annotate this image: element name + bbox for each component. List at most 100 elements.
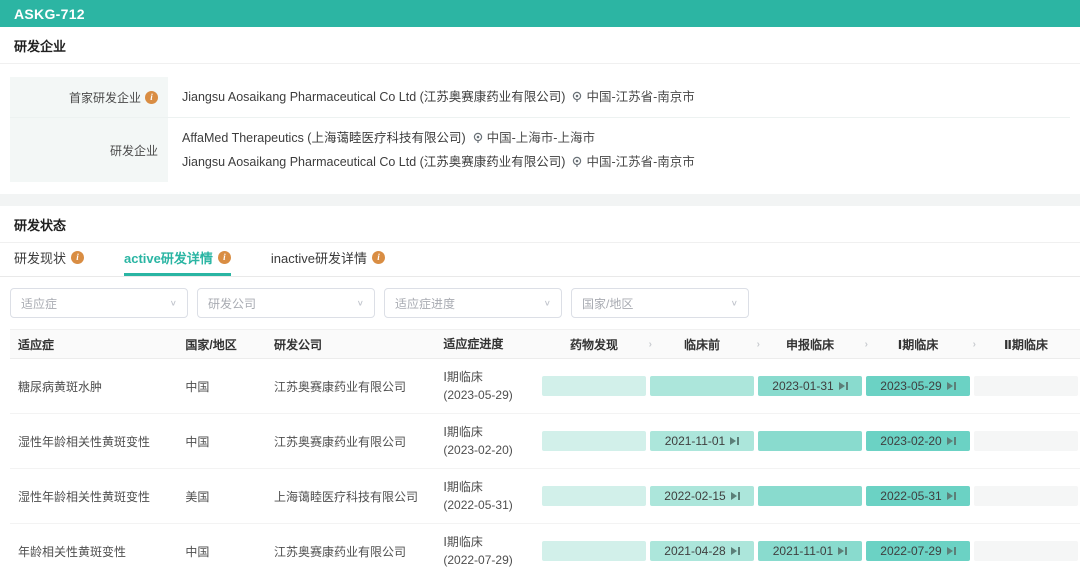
filter-indication[interactable]: 适应症 ∨	[10, 288, 188, 318]
company-line: Jiangsu Aosaikang Pharmaceutical Co Ltd …	[182, 150, 1070, 174]
tab-active-details[interactable]: active研发详情	[124, 243, 231, 276]
stage-column-header: Ⅰ期临床›	[864, 336, 972, 353]
company-label-text: 首家研发企业	[69, 89, 141, 106]
chevron-down-icon: ∨	[357, 299, 364, 308]
stage-cell	[972, 541, 1080, 561]
stage-date-chip[interactable]: 2023-05-29	[866, 376, 970, 396]
col-progress: 适应症进度	[443, 335, 540, 353]
tab-rd-current[interactable]: 研发现状	[14, 243, 84, 276]
table-row: 湿性年龄相关性黄斑变性美国上海蔼睦医疗科技有限公司Ⅰ期临床(2022-05-31…	[10, 469, 1080, 524]
stage-column-header: Ⅱ期临床	[972, 336, 1080, 353]
stage-date-chip[interactable]: 2022-02-15	[650, 486, 754, 506]
company-location: 中国-江苏省-南京市	[571, 85, 694, 109]
stage-date-chip[interactable]: 2022-05-31	[866, 486, 970, 506]
company-row-label: 首家研发企业	[10, 77, 168, 117]
stage-cell	[756, 431, 864, 451]
cell-country: 中国	[185, 543, 274, 560]
progress-date: (2022-05-31)	[443, 496, 540, 514]
cell-indication: 湿性年龄相关性黄斑变性	[10, 488, 185, 505]
location-pin-icon	[472, 132, 484, 144]
filter-bar: 适应症 ∨ 研发公司 ∨ 适应症进度 ∨ 国家/地区 ∨	[0, 277, 1080, 329]
stage-date: 2022-07-29	[880, 544, 941, 558]
stage-date: 2021-11-01	[665, 434, 726, 448]
location-pin-icon	[571, 91, 583, 103]
cell-indication: 年龄相关性黄斑变性	[10, 543, 185, 560]
stage-cell: 2021-11-01	[756, 541, 864, 561]
table-row: 糖尿病黄斑水肿中国江苏奥赛康药业有限公司Ⅰ期临床(2023-05-29) 2023…	[10, 359, 1080, 414]
company-section-title: 研发企业	[0, 27, 1080, 64]
stage-date-chip[interactable]: 2021-11-01	[650, 431, 754, 451]
cell-country: 中国	[185, 378, 274, 395]
stage-date: 2023-02-20	[880, 434, 941, 448]
filter-placeholder: 适应症	[21, 295, 57, 312]
stage-cell	[540, 541, 648, 561]
table-row: 湿性年龄相关性黄斑变性中国江苏奥赛康药业有限公司Ⅰ期临床(2023-02-20)…	[10, 414, 1080, 469]
stage-bar	[974, 486, 1078, 506]
info-icon[interactable]	[372, 251, 385, 264]
stage-date: 2022-05-31	[880, 489, 941, 503]
col-country: 国家/地区	[185, 336, 274, 353]
tab-label: 研发现状	[14, 248, 66, 267]
cell-country: 美国	[185, 488, 274, 505]
stage-header-label: 药物发现	[570, 336, 618, 353]
cell-indication: 湿性年龄相关性黄斑变性	[10, 433, 185, 450]
stage-bar	[974, 541, 1078, 561]
cell-indication: 糖尿病黄斑水肿	[10, 378, 185, 395]
stage-bar	[542, 431, 646, 451]
chevron-down-icon: ∨	[170, 299, 177, 308]
fast-forward-icon	[947, 382, 956, 390]
col-company: 研发公司	[274, 336, 443, 353]
stage-date: 2023-01-31	[772, 379, 833, 393]
table-header: 适应症 国家/地区 研发公司 适应症进度 药物发现›临床前›申报临床›Ⅰ期临床›…	[10, 329, 1080, 359]
tab-label: inactive研发详情	[271, 248, 367, 267]
stage-cell	[540, 376, 648, 396]
filter-country[interactable]: 国家/地区 ∨	[571, 288, 749, 318]
stage-header-group: 药物发现›临床前›申报临床›Ⅰ期临床›Ⅱ期临床	[540, 336, 1080, 353]
stage-cell	[972, 486, 1080, 506]
stage-cell: 2022-02-15	[648, 486, 756, 506]
table-row: 年龄相关性黄斑变性中国江苏奥赛康药业有限公司Ⅰ期临床(2022-07-29)20…	[10, 524, 1080, 567]
stage-date-chip[interactable]: 2021-11-01	[758, 541, 862, 561]
stage-bar	[542, 376, 646, 396]
filter-progress[interactable]: 适应症进度 ∨	[384, 288, 562, 318]
company-name: Jiangsu Aosaikang Pharmaceutical Co Ltd …	[182, 150, 565, 174]
filter-company[interactable]: 研发公司 ∨	[197, 288, 375, 318]
progress-phase: Ⅰ期临床	[443, 533, 540, 551]
filter-placeholder: 研发公司	[208, 295, 256, 312]
company-row: 首家研发企业 Jiangsu Aosaikang Pharmaceutical C…	[10, 77, 1070, 117]
cell-progress: Ⅰ期临床(2023-05-29)	[443, 368, 540, 404]
cell-country: 中国	[185, 433, 274, 450]
info-icon[interactable]	[145, 91, 158, 104]
cell-company: 江苏奥赛康药业有限公司	[274, 543, 443, 560]
stage-date-chip[interactable]: 2023-01-31	[758, 376, 862, 396]
progress-phase: Ⅰ期临床	[443, 423, 540, 441]
stage-date-chip[interactable]: 2023-02-20	[866, 431, 970, 451]
fast-forward-icon	[731, 547, 740, 555]
stage-column-header: 临床前›	[648, 336, 756, 353]
stage-date-chip[interactable]: 2021-04-28	[650, 541, 754, 561]
stage-bars: 2021-04-282021-11-01 2022-07-29	[540, 541, 1080, 561]
chevron-down-icon: ∨	[544, 299, 551, 308]
stage-date-chip[interactable]: 2022-07-29	[866, 541, 970, 561]
stage-bar	[650, 376, 754, 396]
tab-inactive-details[interactable]: inactive研发详情	[271, 243, 385, 276]
cell-progress: Ⅰ期临床(2022-05-31)	[443, 478, 540, 514]
info-icon[interactable]	[218, 251, 231, 264]
cell-company: 江苏奥赛康药业有限公司	[274, 378, 443, 395]
company-panel: 首家研发企业 Jiangsu Aosaikang Pharmaceutical C…	[10, 77, 1070, 182]
section-divider	[0, 194, 1080, 206]
location-text: 中国-上海市-上海市	[487, 126, 595, 150]
company-name: Jiangsu Aosaikang Pharmaceutical Co Ltd …	[182, 85, 565, 109]
stage-cell: 2023-02-20	[864, 431, 972, 451]
table-body: 糖尿病黄斑水肿中国江苏奥赛康药业有限公司Ⅰ期临床(2023-05-29)2023…	[10, 359, 1080, 567]
filter-placeholder: 适应症进度	[395, 295, 455, 312]
stage-cell: 2023-05-29	[864, 376, 972, 396]
progress-date: (2023-05-29)	[443, 386, 540, 404]
stage-cell: 2022-05-31	[864, 486, 972, 506]
info-icon[interactable]	[71, 251, 84, 264]
stage-date: 2022-02-15	[664, 489, 725, 503]
filter-placeholder: 国家/地区	[582, 295, 633, 312]
fast-forward-icon	[947, 492, 956, 500]
company-label-text: 研发企业	[110, 142, 158, 159]
tab-label: active研发详情	[124, 248, 213, 267]
